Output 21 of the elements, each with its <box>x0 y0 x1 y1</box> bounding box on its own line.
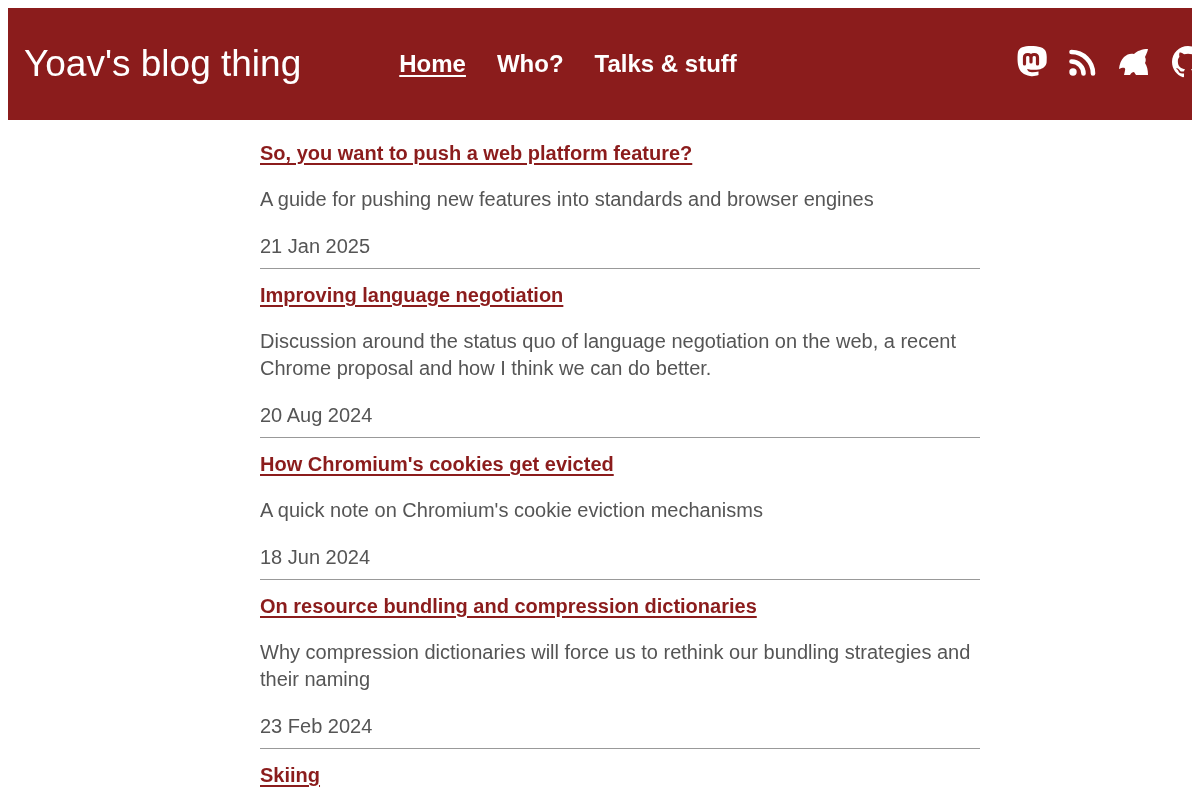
nav-link[interactable]: Home <box>399 48 466 80</box>
post-summary: A guide for pushing new features into standards and browser engines <box>260 187 875 212</box>
post-title-link[interactable]: How Chromium's cookies get evicted <box>260 451 614 478</box>
post-date: 21 Jan 2025 <box>260 234 372 259</box>
post-date: 18 Jun 2024 <box>260 545 372 570</box>
mastodon-icon[interactable] <box>1015 45 1047 79</box>
nav-link[interactable]: Talks & stuff <box>594 48 737 80</box>
post-title-link[interactable]: Improving language negotiation <box>260 282 564 309</box>
post-title-link[interactable]: On resource bundling and compression dictionaries <box>260 593 757 620</box>
site-title[interactable]: Yoav's blog thing <box>24 41 302 87</box>
post-summary: Why compression dictionaries will force us to rethink our bundling strategies and their naming <box>260 640 972 692</box>
post-summary: Discussion around the status quo of language negotiation on the web, a recent Chrome proposal and how I think we can do better. <box>260 329 958 381</box>
nav-link[interactable]: Who? <box>496 48 564 80</box>
rss-icon[interactable] <box>1069 48 1096 76</box>
post-title-link[interactable]: Skiing <box>260 762 320 789</box>
post-summary: A quick note on Chromium's cookie eviction mechanisms <box>260 498 764 523</box>
post-date: 23 Feb 2024 <box>260 714 374 739</box>
helmet-icon[interactable] <box>1118 48 1150 76</box>
github-icon[interactable] <box>1172 46 1192 78</box>
post-date: 20 Aug 2024 <box>260 403 374 428</box>
post-title-link[interactable]: So, you want to push a web platform feature? <box>260 140 693 167</box>
